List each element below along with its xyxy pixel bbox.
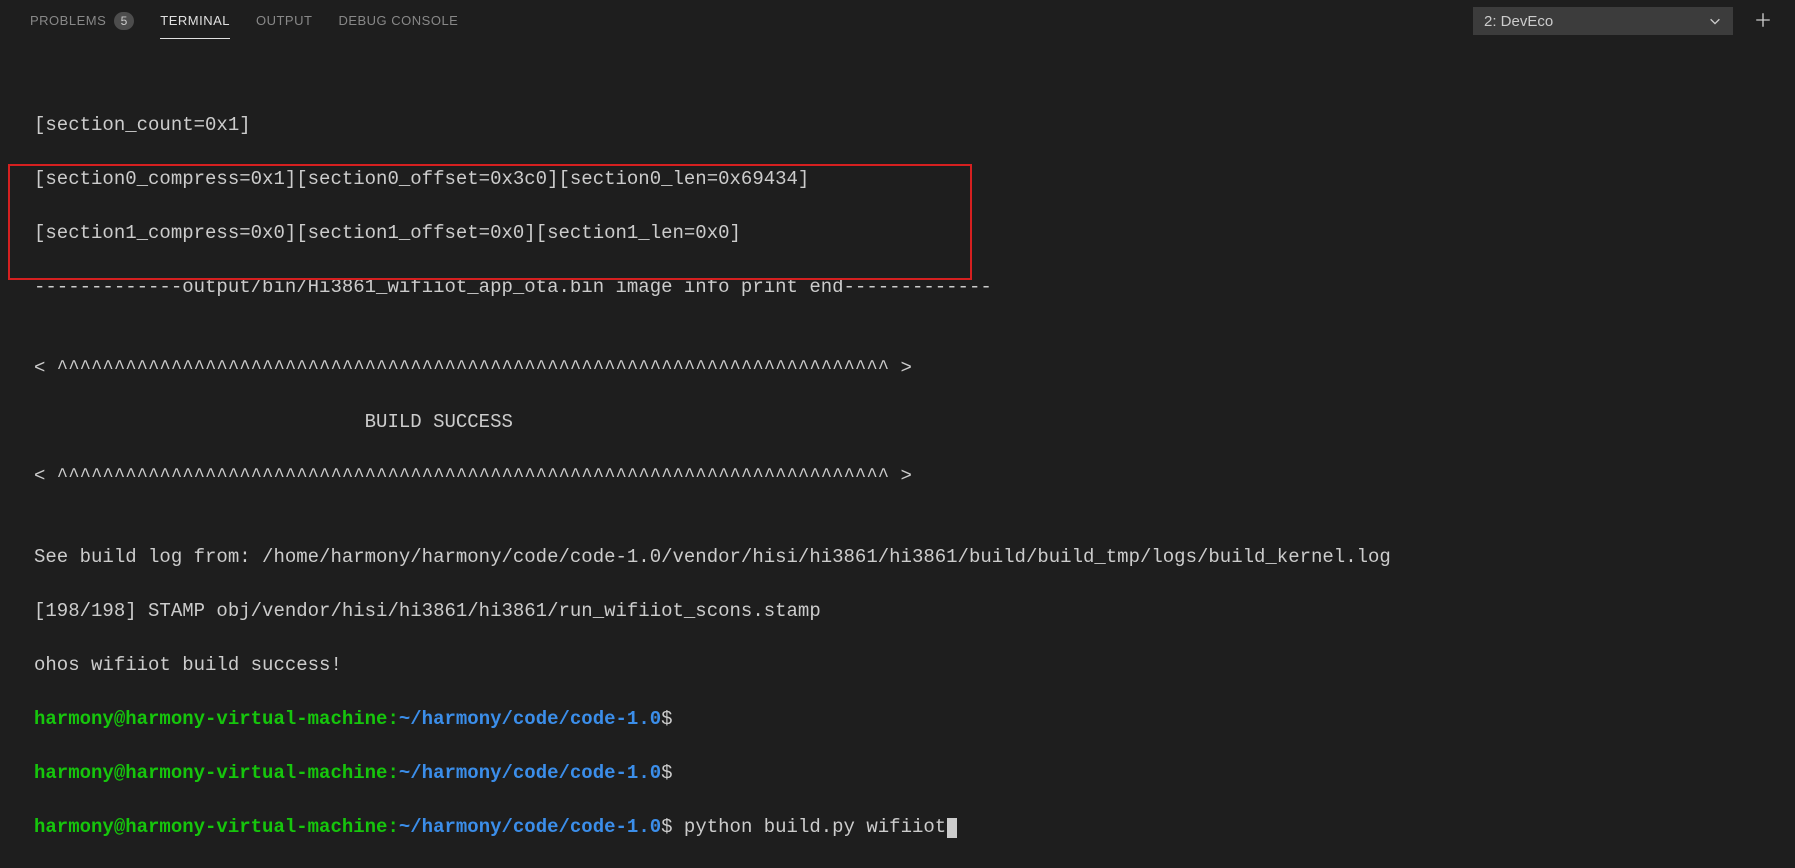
terminal-line: < ^^^^^^^^^^^^^^^^^^^^^^^^^^^^^^^^^^^^^^… [34, 463, 1795, 490]
problems-badge: 5 [114, 12, 134, 30]
panel-right-actions: 2: DevEco [1473, 7, 1775, 35]
prompt-path: ~/harmony/code/code-1.0 [399, 816, 661, 838]
tab-output-label: OUTPUT [256, 13, 312, 28]
tab-debug-console[interactable]: DEBUG CONSOLE [338, 3, 458, 39]
tab-problems-label: PROBLEMS [30, 13, 106, 28]
chevron-down-icon [1708, 14, 1722, 28]
terminal-cursor [947, 818, 957, 838]
prompt-line: harmony@harmony-virtual-machine:~/harmon… [34, 706, 1795, 733]
prompt-colon: : [387, 762, 398, 784]
tab-problems[interactable]: PROBLEMS 5 [30, 2, 134, 41]
prompt-path: ~/harmony/code/code-1.0 [399, 708, 661, 730]
prompt-dollar: $ [661, 762, 672, 784]
prompt-dollar: $ [661, 708, 672, 730]
prompt-line: harmony@harmony-virtual-machine:~/harmon… [34, 760, 1795, 787]
tab-debug-console-label: DEBUG CONSOLE [338, 13, 458, 28]
prompt-line: harmony@harmony-virtual-machine:~/harmon… [34, 814, 1795, 841]
terminal-line: -------------output/bin/Hi3861_wifiiot_a… [34, 274, 1795, 301]
terminal-output[interactable]: [section_count=0x1] [section0_compress=0… [0, 42, 1795, 868]
terminal-line: [198/198] STAMP obj/vendor/hisi/hi3861/h… [34, 598, 1795, 625]
prompt-colon: : [387, 816, 398, 838]
prompt-user-host: harmony@harmony-virtual-machine [34, 762, 387, 784]
terminal-line: [section0_compress=0x1][section0_offset=… [34, 166, 1795, 193]
panel-tabs: PROBLEMS 5 TERMINAL OUTPUT DEBUG CONSOLE [30, 2, 1473, 41]
tab-output[interactable]: OUTPUT [256, 3, 312, 39]
terminal-line: [section_count=0x1] [34, 112, 1795, 139]
prompt-dollar: $ [661, 816, 672, 838]
prompt-user-host: harmony@harmony-virtual-machine [34, 816, 387, 838]
terminal-line: See build log from: /home/harmony/harmon… [34, 544, 1795, 571]
panel-header: PROBLEMS 5 TERMINAL OUTPUT DEBUG CONSOLE… [0, 0, 1795, 42]
terminal-line: [section1_compress=0x0][section1_offset=… [34, 220, 1795, 247]
tab-terminal[interactable]: TERMINAL [160, 3, 230, 39]
terminal-line: BUILD SUCCESS [34, 409, 1795, 436]
prompt-colon: : [387, 708, 398, 730]
plus-icon [1754, 11, 1772, 32]
new-terminal-button[interactable] [1751, 9, 1775, 33]
tab-terminal-label: TERMINAL [160, 13, 230, 28]
terminal-line: < ^^^^^^^^^^^^^^^^^^^^^^^^^^^^^^^^^^^^^^… [34, 355, 1795, 382]
terminal-selector-dropdown[interactable]: 2: DevEco [1473, 7, 1733, 35]
command-text: python build.py wifiiot [673, 816, 947, 838]
terminal-selector-value: 2: DevEco [1484, 13, 1553, 30]
terminal-line: ohos wifiiot build success! [34, 652, 1795, 679]
prompt-user-host: harmony@harmony-virtual-machine [34, 708, 387, 730]
prompt-path: ~/harmony/code/code-1.0 [399, 762, 661, 784]
